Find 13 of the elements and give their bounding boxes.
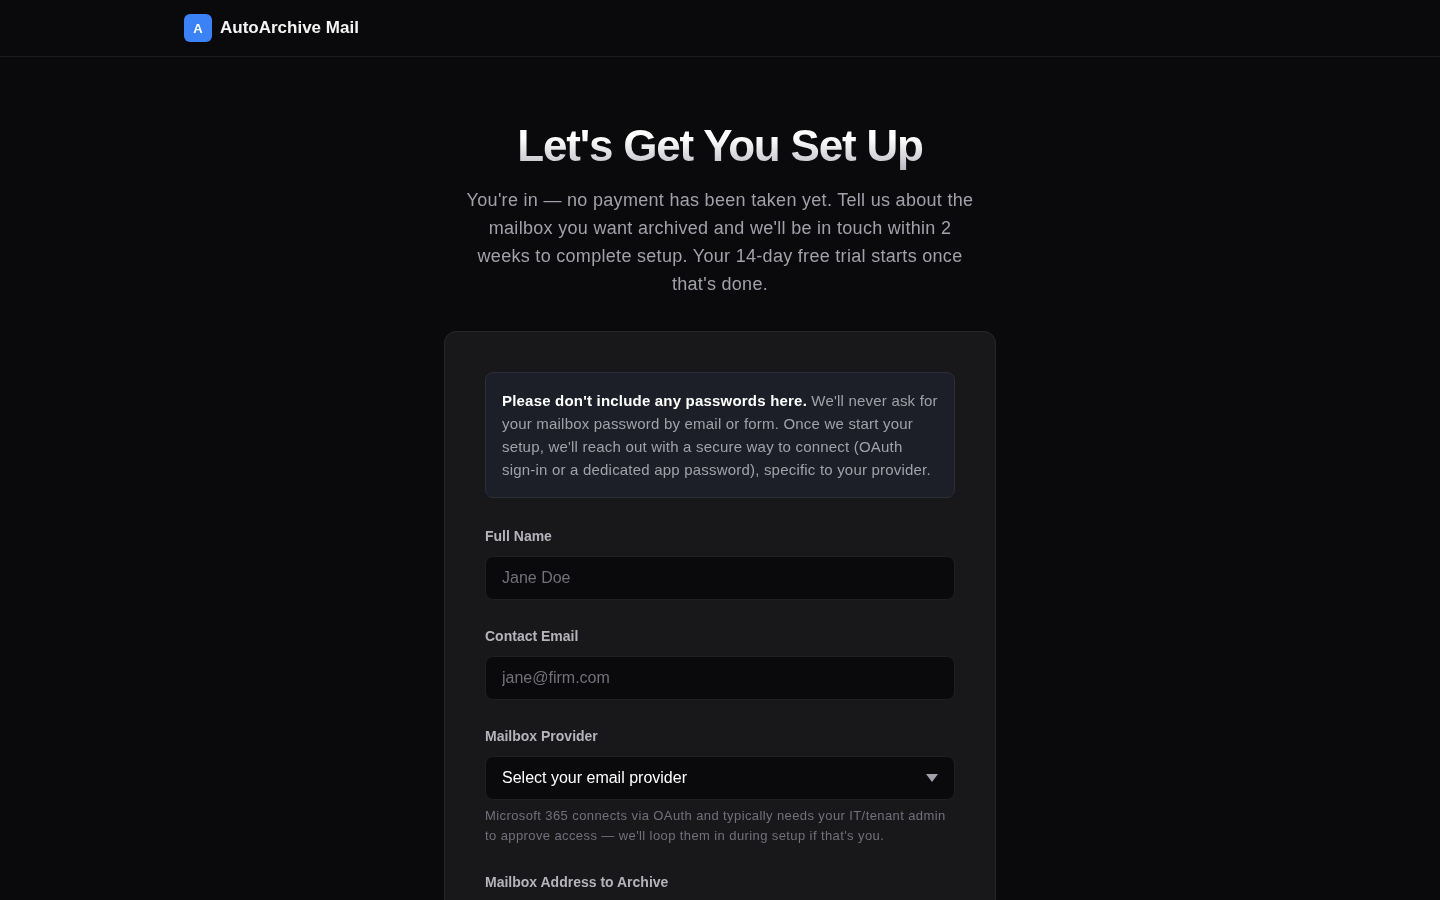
field-label: Mailbox Provider xyxy=(485,727,598,746)
field-label: Full Name xyxy=(485,527,552,546)
intro-text: You're in — no payment has been taken yet. Tell us about the mailbox you want archived and we'll be in touch within 2 weeks to complete setup. Your 14-day free trial starts once that's done. xyxy=(465,189,975,296)
caret-icon xyxy=(926,774,938,782)
text-input[interactable]: jane@firm.com xyxy=(485,656,955,700)
text-input[interactable]: Jane Doe xyxy=(485,556,955,600)
brand-name: AutoArchive Mail xyxy=(220,18,359,38)
field-hint: Microsoft 365 connects via OAuth and typically needs your IT/tenant admin to approve access — we'll loop them in during setup if that's you. xyxy=(485,807,947,845)
logo-badge: A xyxy=(184,14,212,42)
password-notice: Please don't include any passwords here. We'll never ask for your mailbox password by email or form. Once we start your setup, we'll reach out with a secure way to connect (OAuth sign-in or a dedicated app password), specific to your provider. xyxy=(485,372,955,498)
field-label: Mailbox Address to Archive xyxy=(485,873,669,892)
field-label: Contact Email xyxy=(485,627,579,646)
provider-select[interactable]: Select your email provider xyxy=(485,756,955,800)
